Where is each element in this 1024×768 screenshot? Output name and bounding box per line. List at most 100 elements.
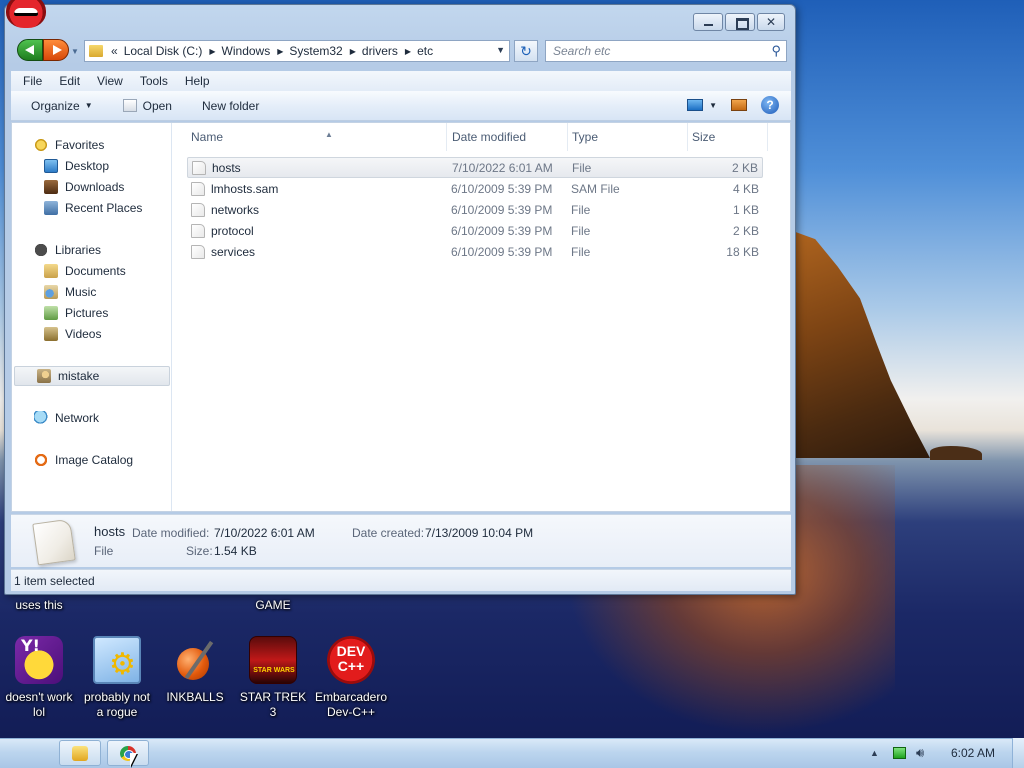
change-view-icon[interactable] [687, 99, 704, 111]
file-type: File [572, 160, 592, 175]
nav-label: Image Catalog [55, 453, 134, 467]
chevron-down-icon: ▼ [84, 101, 93, 110]
close-button[interactable] [757, 13, 785, 31]
minimize-button[interactable] [693, 13, 723, 31]
column-header-size[interactable]: Size [688, 123, 768, 151]
forward-button[interactable] [43, 39, 69, 61]
music-icon [44, 285, 58, 299]
show-desktop-button[interactable] [1012, 738, 1024, 768]
desktop-icon-label[interactable]: GAME [236, 598, 310, 613]
status-text: 1 item selected [14, 574, 95, 588]
open-label: Open [142, 98, 172, 113]
menu-tools[interactable]: Tools [140, 74, 168, 88]
address-separator-icon[interactable]: ▶ [209, 47, 215, 56]
yahoo-messenger-icon [15, 636, 63, 684]
nav-documents[interactable]: Documents [12, 261, 170, 281]
menu-view[interactable]: View [97, 74, 123, 88]
file-name: lmhosts.sam [211, 181, 279, 196]
details-date-created-label: Date created: [352, 526, 425, 540]
back-button[interactable] [17, 39, 43, 61]
nav-label: Network [55, 411, 100, 425]
address-dropdown-icon[interactable]: ▼ [496, 45, 505, 55]
explorer-icon [72, 746, 88, 761]
nav-label: Desktop [65, 159, 110, 173]
show-hidden-icons-icon[interactable]: ▲ [870, 748, 879, 758]
taskbar-clock[interactable]: 6:02 AM [940, 738, 1006, 768]
tray-status-icon[interactable] [893, 747, 906, 759]
file-list[interactable]: Name ▲ Date modified Type Size hosts 7/1… [173, 123, 790, 511]
menu-bar: File Edit View Tools Help [11, 71, 791, 91]
desktop-icon-rogue[interactable]: probably not a rogue [79, 636, 155, 726]
nav-libraries[interactable]: Libraries [12, 240, 170, 260]
view-controls: ▼ ? [687, 96, 779, 114]
file-row-lmhosts[interactable]: lmhosts.sam 6/10/2009 5:39 PM SAM File 4… [187, 178, 763, 199]
address-segment-etc[interactable]: etc [417, 44, 433, 58]
file-row-hosts[interactable]: hosts 7/10/2022 6:01 AM File 2 KB [187, 157, 763, 178]
recent-pages-dropdown[interactable]: ▼ [71, 47, 79, 56]
menu-edit[interactable]: Edit [59, 74, 80, 88]
desktop-icon-label[interactable]: uses this [8, 598, 70, 613]
volume-icon[interactable]: 🔊︎ [916, 745, 924, 761]
address-segment-windows[interactable]: Windows [222, 44, 271, 58]
nav-favorites[interactable]: Favorites [12, 135, 170, 155]
details-size: 1.54 KB [214, 544, 257, 558]
address-segment-drivers[interactable]: drivers [362, 44, 398, 58]
search-box[interactable]: ⚲ [545, 40, 787, 62]
start-button[interactable] [0, 0, 50, 30]
address-bar[interactable]: « Local Disk (C:) ▶ Windows ▶ System32 ▶… [84, 40, 510, 62]
column-header-type[interactable]: Type [568, 123, 688, 151]
explorer-window[interactable]: ▼ « Local Disk (C:) ▶ Windows ▶ System32… [4, 4, 796, 595]
menu-help[interactable]: Help [185, 74, 210, 88]
taskbar-chrome-button[interactable] [107, 740, 149, 766]
navigation-pane[interactable]: Favorites Desktop Downloads Recent Place… [12, 123, 172, 511]
gear-program-icon [93, 636, 141, 684]
desktop-icon-label: Embarcadero Dev-C++ [314, 690, 388, 719]
sort-ascending-icon: ▲ [325, 130, 333, 139]
menu-file[interactable]: File [23, 74, 42, 88]
nav-label: Documents [65, 264, 126, 278]
view-options-dropdown-icon[interactable]: ▼ [709, 101, 717, 110]
address-segment-system32[interactable]: System32 [289, 44, 342, 58]
desktop-icon-inkballs[interactable]: INKBALLS [157, 636, 233, 726]
new-folder-button[interactable]: New folder [202, 99, 259, 113]
taskbar-explorer-button[interactable] [59, 740, 101, 766]
maximize-button[interactable] [725, 13, 755, 31]
image-catalog-icon [34, 453, 48, 467]
file-row-networks[interactable]: networks 6/10/2009 5:39 PM File 1 KB [187, 199, 763, 220]
search-input[interactable] [546, 41, 756, 61]
address-separator-icon[interactable]: ▶ [405, 47, 411, 56]
preview-pane-icon[interactable] [731, 99, 747, 111]
libraries-icon [34, 243, 48, 257]
search-icon[interactable]: ⚲ [771, 43, 781, 59]
file-size: 4 KB [732, 181, 759, 196]
desktop-icon-yahoo[interactable]: doesn't work lol [1, 636, 77, 726]
nav-desktop[interactable]: Desktop [12, 156, 170, 176]
refresh-button[interactable]: ↻ [514, 40, 538, 62]
desktop-icon-star-trek[interactable]: STAR TREK 3 [235, 636, 311, 726]
details-file-type: File [94, 544, 114, 558]
nav-videos[interactable]: Videos [12, 324, 170, 344]
nav-downloads[interactable]: Downloads [12, 177, 170, 197]
file-type: File [571, 223, 591, 238]
address-segment-local-disk[interactable]: Local Disk (C:) [124, 44, 203, 58]
nav-network[interactable]: Network [12, 408, 170, 428]
nav-image-catalog[interactable]: Image Catalog [12, 450, 170, 470]
file-size: 2 KB [731, 160, 758, 175]
nav-music[interactable]: Music [12, 282, 170, 302]
organize-button[interactable]: Organize ▼ [31, 99, 93, 113]
address-separator-icon[interactable]: ▶ [350, 47, 356, 56]
file-row-services[interactable]: services 6/10/2009 5:39 PM File 18 KB [187, 241, 763, 262]
address-overflow-chevron[interactable]: « [111, 44, 118, 58]
file-row-protocol[interactable]: protocol 6/10/2009 5:39 PM File 2 KB [187, 220, 763, 241]
nav-recent-places[interactable]: Recent Places [12, 198, 170, 218]
column-header-date[interactable]: Date modified [448, 123, 568, 151]
nav-user-mistake[interactable]: mistake [14, 366, 170, 386]
file-name: services [211, 244, 256, 259]
address-separator-icon[interactable]: ▶ [277, 47, 283, 56]
file-size: 2 KB [732, 223, 759, 238]
column-header-name[interactable]: Name ▲ [187, 123, 447, 151]
nav-pictures[interactable]: Pictures [12, 303, 170, 323]
open-button[interactable]: Open [122, 98, 172, 113]
desktop-icon-devcpp[interactable]: Embarcadero Dev-C++ [313, 636, 389, 726]
help-icon[interactable]: ? [761, 96, 779, 114]
